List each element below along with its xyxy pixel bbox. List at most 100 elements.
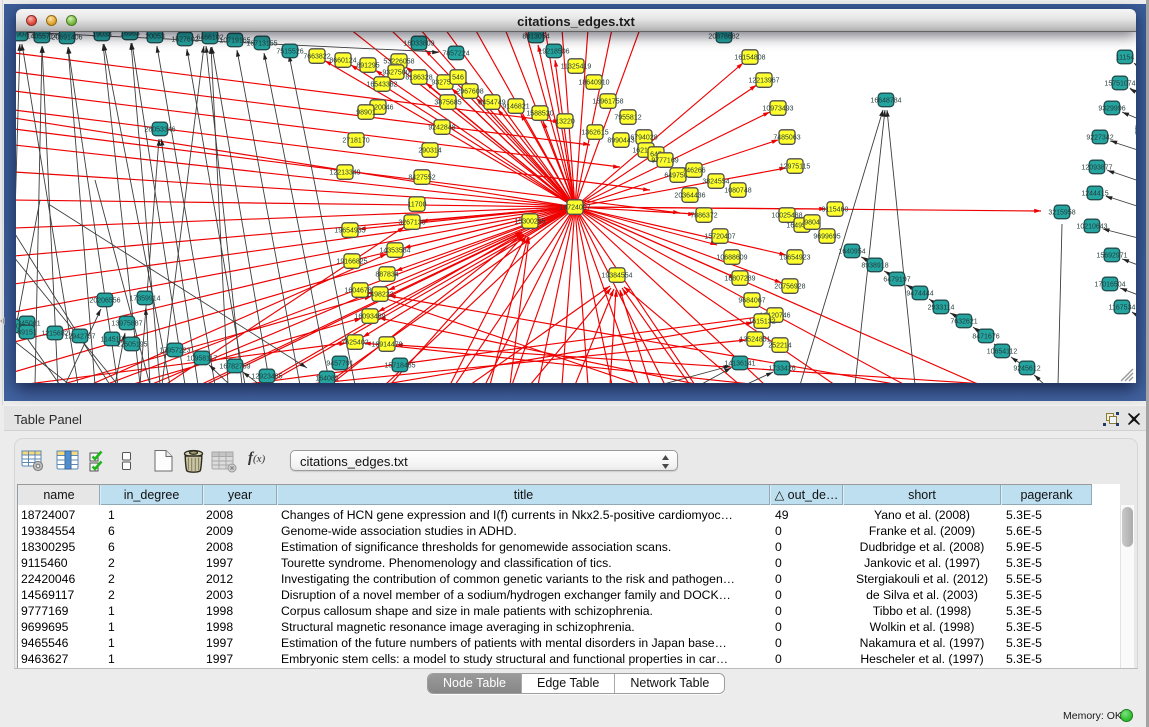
svg-text:164082: 164082	[315, 375, 338, 382]
svg-text:18640910: 18640910	[578, 79, 609, 86]
svg-text:15692971: 15692971	[1096, 252, 1127, 259]
svg-text:13220: 13220	[555, 118, 575, 125]
svg-text:7663822: 7663822	[303, 53, 330, 60]
svg-text:2967608: 2967608	[456, 88, 483, 95]
svg-text:15300295: 15300295	[514, 218, 545, 225]
svg-text:1640954: 1640954	[838, 248, 865, 255]
svg-text:14136141: 14136141	[724, 360, 755, 367]
svg-text:13975887: 13975887	[111, 320, 142, 327]
svg-text:20691406: 20691406	[51, 34, 82, 41]
svg-text:3215958: 3215958	[1048, 209, 1075, 216]
svg-text:7857224: 7857224	[442, 50, 469, 57]
svg-text:746266: 746266	[682, 167, 705, 174]
svg-text:12505195: 12505195	[116, 341, 147, 348]
svg-text:1167534: 1167534	[1109, 304, 1136, 311]
svg-text:20053: 20053	[145, 33, 165, 40]
svg-text:9329996: 9329996	[1098, 105, 1125, 112]
svg-text:11325419: 11325419	[561, 63, 592, 70]
svg-text:98901: 98901	[356, 109, 376, 116]
svg-text:7625402: 7625402	[341, 339, 368, 346]
svg-text:2718170: 2718170	[342, 137, 369, 144]
svg-text:12213349: 12213349	[329, 169, 360, 176]
svg-text:16154808: 16154808	[734, 54, 765, 61]
svg-text:7886372: 7886372	[690, 212, 717, 219]
svg-text:15718485: 15718485	[384, 362, 415, 369]
svg-text:290314: 290314	[418, 147, 441, 154]
svg-text:8186328: 8186328	[405, 74, 432, 81]
svg-text:14353584: 14353584	[379, 247, 410, 254]
svg-text:252214: 252214	[768, 342, 791, 349]
svg-text:19384554: 19384554	[601, 272, 632, 279]
svg-text:2933114: 2933114	[928, 304, 955, 311]
svg-text:19166825: 19166825	[336, 258, 367, 265]
svg-text:19218506: 19218506	[538, 48, 569, 55]
svg-text:891295: 891295	[356, 62, 379, 69]
svg-text:16961758: 16961758	[592, 98, 623, 105]
svg-text:16914479: 16914479	[371, 341, 402, 348]
svg-text:20364436: 20364436	[674, 192, 705, 199]
svg-text:1527602: 1527602	[171, 36, 198, 43]
svg-text:12975115: 12975115	[780, 163, 811, 170]
svg-text:10654112: 10654112	[987, 348, 1018, 355]
svg-text:9474444: 9474444	[906, 290, 933, 297]
svg-text:1615132: 1615132	[748, 318, 775, 325]
svg-text:1362615: 1362615	[581, 129, 608, 136]
svg-text:12942737: 12942737	[64, 333, 95, 340]
svg-text:17016504: 17016504	[1094, 281, 1125, 288]
svg-text:20878682: 20878682	[708, 33, 739, 40]
svg-text:8660124: 8660124	[329, 57, 356, 64]
svg-text:12923485: 12923485	[251, 373, 282, 380]
svg-text:16782759: 16782759	[219, 363, 250, 370]
svg-text:8471676: 8471676	[972, 333, 999, 340]
svg-text:15751074: 15751074	[1104, 80, 1135, 87]
svg-text:18807289: 18807289	[724, 275, 755, 282]
svg-text:12093877: 12093877	[1081, 164, 1112, 171]
svg-text:16648784: 16648784	[870, 97, 901, 104]
svg-text:16543382: 16543382	[366, 81, 397, 88]
svg-text:16033809: 16033809	[403, 40, 434, 47]
svg-text:7955812: 7955812	[614, 114, 641, 121]
svg-text:1244415: 1244415	[1081, 190, 1108, 197]
svg-text:9227342: 9227342	[1086, 134, 1113, 141]
svg-text:16963: 16963	[120, 32, 140, 37]
svg-text:9242848: 9242848	[428, 124, 455, 131]
svg-text:9804: 9804	[804, 219, 820, 226]
svg-text:13524851: 13524851	[739, 336, 770, 343]
svg-text:16713155: 16713155	[246, 40, 277, 47]
svg-text:11327: 11327	[1135, 127, 1136, 134]
svg-text:10973493: 10973493	[762, 105, 793, 112]
svg-text:1733426: 1733426	[768, 365, 795, 372]
svg-text:1080748: 1080748	[724, 187, 751, 194]
svg-text:887834: 887834	[375, 271, 398, 278]
svg-text:19654935: 19654935	[334, 227, 365, 234]
svg-text:3824554: 3824554	[702, 178, 729, 185]
svg-text:7485063: 7485063	[773, 134, 800, 141]
svg-text:6794028: 6794028	[630, 134, 657, 141]
svg-text:28053346: 28053346	[144, 126, 175, 133]
svg-text:15720407: 15720407	[704, 233, 735, 240]
svg-text:12213967: 12213967	[748, 77, 779, 84]
svg-text:20206556: 20206556	[89, 297, 120, 304]
svg-text:3875685: 3875685	[434, 99, 461, 106]
svg-text:8813054: 8813054	[522, 33, 549, 40]
svg-text:8427552: 8427552	[408, 174, 435, 181]
svg-text:8938918: 8938918	[861, 262, 888, 269]
svg-text:17957223: 17957223	[159, 347, 190, 354]
svg-text:10210643: 10210643	[1076, 223, 1107, 230]
svg-text:546: 546	[452, 74, 464, 81]
svg-text:19033: 19033	[92, 32, 112, 38]
svg-text:9457791: 9457791	[326, 360, 353, 367]
svg-text:39151: 39151	[17, 329, 37, 336]
svg-text:17359914: 17359914	[129, 295, 160, 302]
svg-text:10958117: 10958117	[187, 355, 218, 362]
svg-text:9699695: 9699695	[813, 233, 840, 240]
svg-text:9684067: 9684067	[738, 297, 765, 304]
svg-text:19654923: 19654923	[779, 254, 810, 261]
svg-text:3267130: 3267130	[398, 219, 425, 226]
svg-text:1498222: 1498222	[366, 291, 393, 298]
svg-text:9115460: 9115460	[822, 206, 849, 213]
svg-text:9245612: 9245612	[1013, 365, 1040, 372]
svg-text:7515526: 7515526	[276, 48, 303, 55]
svg-text:7632621: 7632621	[950, 318, 977, 325]
svg-text:16093489: 16093489	[354, 313, 385, 320]
